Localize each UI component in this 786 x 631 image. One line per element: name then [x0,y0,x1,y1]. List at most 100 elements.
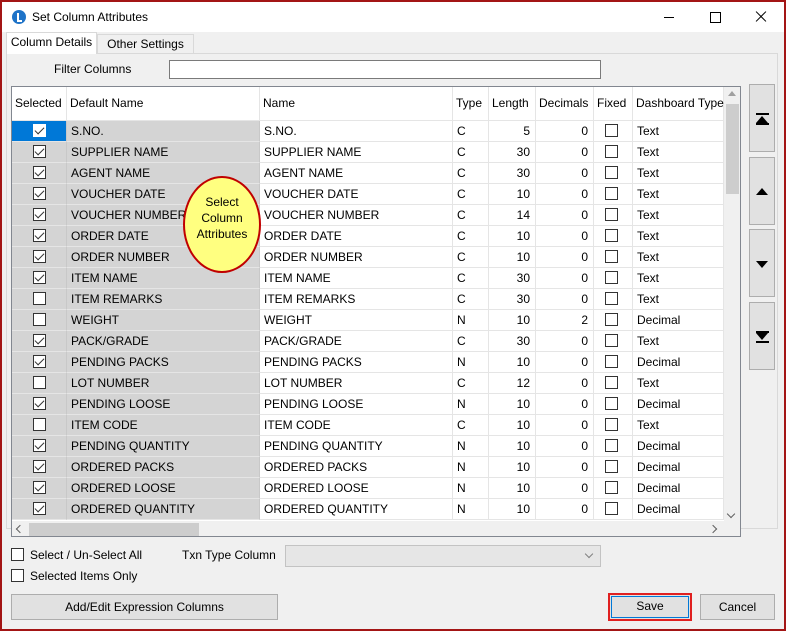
column-header-selected[interactable]: Selected [12,87,67,121]
length-cell[interactable]: 10 [489,478,536,499]
selected-checkbox[interactable] [33,271,46,284]
type-cell[interactable]: C [453,373,489,394]
decimals-cell[interactable]: 0 [536,226,594,247]
dashboard-type-cell[interactable]: Decimal [633,436,724,457]
decimals-cell[interactable]: 0 [536,163,594,184]
fixed-cell[interactable] [594,121,633,142]
name-cell[interactable]: ITEM CODE [260,415,453,436]
dashboard-type-cell[interactable]: Text [633,226,724,247]
column-header-decimals[interactable]: Decimals [536,87,594,121]
selected-checkbox[interactable] [33,166,46,179]
dashboard-type-cell[interactable]: Text [633,142,724,163]
decimals-cell[interactable]: 0 [536,436,594,457]
selected-cell[interactable] [12,289,67,310]
fixed-checkbox[interactable] [605,502,618,515]
selected-checkbox[interactable] [33,187,46,200]
add-edit-expression-button[interactable]: Add/Edit Expression Columns [11,594,278,620]
type-cell[interactable]: C [453,331,489,352]
name-cell[interactable]: PENDING PACKS [260,352,453,373]
decimals-cell[interactable]: 0 [536,457,594,478]
tab-other-settings[interactable]: Other Settings [97,34,194,53]
fixed-cell[interactable] [594,352,633,373]
fixed-checkbox[interactable] [605,313,618,326]
decimals-cell[interactable]: 0 [536,331,594,352]
length-cell[interactable]: 30 [489,289,536,310]
table-row[interactable]: VOUCHER DATE VOUCHER DATE C 10 0 Text [12,184,724,205]
name-cell[interactable]: LOT NUMBER [260,373,453,394]
table-row[interactable]: ITEM CODE ITEM CODE C 10 0 Text [12,415,724,436]
selected-cell[interactable] [12,121,67,142]
fixed-cell[interactable] [594,499,633,520]
selected-checkbox[interactable] [33,145,46,158]
decimals-cell[interactable]: 0 [536,247,594,268]
column-header-name[interactable]: Name [260,87,453,121]
decimals-cell[interactable]: 0 [536,184,594,205]
maximize-icon[interactable] [692,2,738,32]
vertical-scroll-thumb[interactable] [726,104,739,194]
name-cell[interactable]: PENDING QUANTITY [260,436,453,457]
dashboard-type-cell[interactable]: Text [633,121,724,142]
selected-checkbox[interactable] [33,229,46,242]
scroll-down-button[interactable] [724,507,740,521]
decimals-cell[interactable]: 0 [536,289,594,310]
type-cell[interactable]: N [453,352,489,373]
type-cell[interactable]: N [453,436,489,457]
move-down-button[interactable] [749,229,775,297]
dashboard-type-cell[interactable]: Decimal [633,457,724,478]
fixed-cell[interactable] [594,478,633,499]
length-cell[interactable]: 30 [489,268,536,289]
selected-checkbox[interactable] [33,418,46,431]
name-cell[interactable]: ORDERED LOOSE [260,478,453,499]
selected-checkbox[interactable] [33,292,46,305]
table-row[interactable]: PACK/GRADE PACK/GRADE C 30 0 Text [12,331,724,352]
selected-checkbox[interactable] [33,313,46,326]
name-cell[interactable]: ITEM REMARKS [260,289,453,310]
selected-cell[interactable] [12,184,67,205]
dashboard-type-cell[interactable]: Decimal [633,394,724,415]
fixed-cell[interactable] [594,226,633,247]
fixed-cell[interactable] [594,247,633,268]
selected-cell[interactable] [12,310,67,331]
length-cell[interactable]: 10 [489,310,536,331]
name-cell[interactable]: VOUCHER NUMBER [260,205,453,226]
fixed-cell[interactable] [594,331,633,352]
type-cell[interactable]: C [453,226,489,247]
tab-column-details[interactable]: Column Details [6,32,97,54]
selected-cell[interactable] [12,226,67,247]
name-cell[interactable]: ITEM NAME [260,268,453,289]
save-button[interactable]: Save [608,593,692,621]
decimals-cell[interactable]: 0 [536,478,594,499]
table-row[interactable]: ORDER DATE ORDER DATE C 10 0 Text [12,226,724,247]
length-cell[interactable]: 30 [489,142,536,163]
fixed-checkbox[interactable] [605,292,618,305]
selected-cell[interactable] [12,436,67,457]
minimize-icon[interactable] [646,2,692,32]
name-cell[interactable]: PENDING LOOSE [260,394,453,415]
column-header-fixed[interactable]: Fixed [594,87,633,121]
dashboard-type-cell[interactable]: Text [633,247,724,268]
column-header-length[interactable]: Length [489,87,536,121]
name-cell[interactable]: ORDER NUMBER [260,247,453,268]
dashboard-type-cell[interactable]: Text [633,415,724,436]
selected-checkbox[interactable] [33,124,46,137]
fixed-cell[interactable] [594,415,633,436]
length-cell[interactable]: 5 [489,121,536,142]
decimals-cell[interactable]: 0 [536,415,594,436]
fixed-checkbox[interactable] [605,460,618,473]
scroll-left-icon[interactable] [15,524,25,534]
horizontal-scrollbar[interactable] [12,521,724,536]
table-row[interactable]: ORDERED PACKS ORDERED PACKS N 10 0 Decimal [12,457,724,478]
dashboard-type-cell[interactable]: Text [633,289,724,310]
name-cell[interactable]: ORDERED PACKS [260,457,453,478]
decimals-cell[interactable]: 0 [536,121,594,142]
dashboard-type-cell[interactable]: Text [633,268,724,289]
fixed-cell[interactable] [594,163,633,184]
filter-columns-input[interactable] [169,60,601,79]
length-cell[interactable]: 10 [489,457,536,478]
fixed-cell[interactable] [594,289,633,310]
select-all-checkbox[interactable] [11,548,24,561]
type-cell[interactable]: C [453,184,489,205]
selected-checkbox[interactable] [33,334,46,347]
length-cell[interactable]: 10 [489,184,536,205]
fixed-checkbox[interactable] [605,334,618,347]
